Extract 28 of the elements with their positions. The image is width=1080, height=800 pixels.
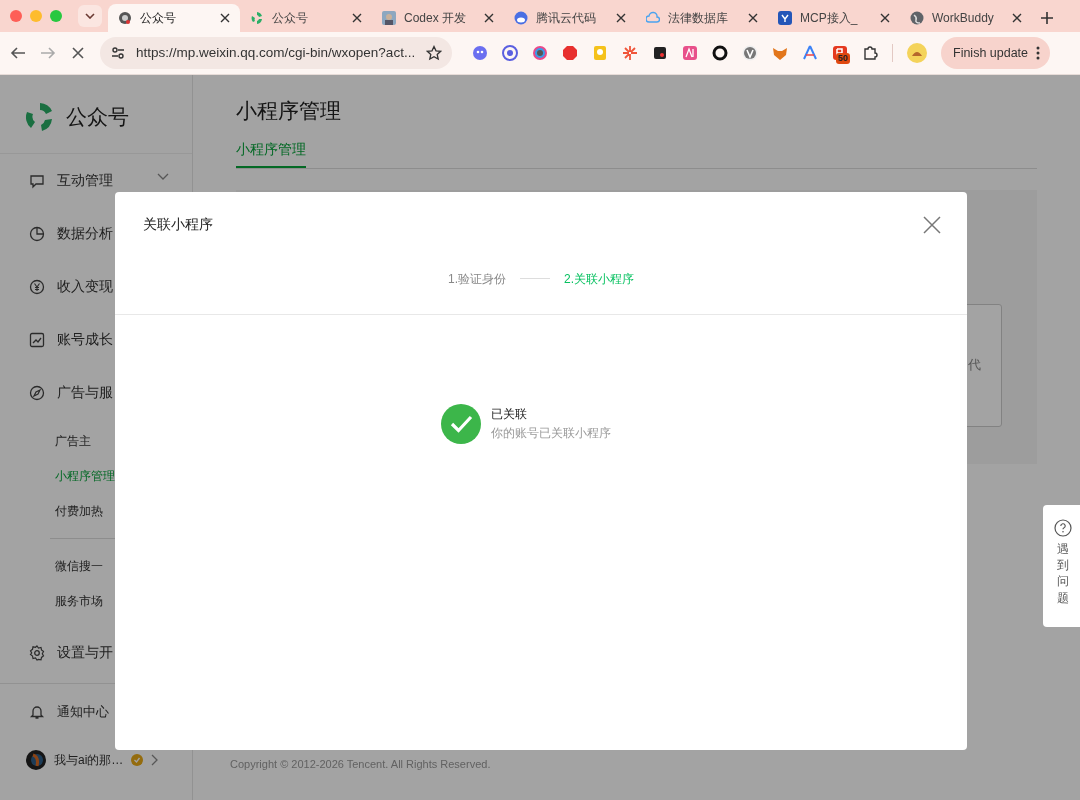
- menu-label[interactable]: 设置与开: [57, 642, 113, 663]
- update-button[interactable]: Finish update: [941, 37, 1051, 69]
- card-text: 代: [968, 356, 981, 375]
- menu-label[interactable]: 收入变现: [57, 276, 113, 297]
- browser-tab[interactable]: 公众号: [240, 4, 372, 32]
- notification-center-link[interactable]: 通知中心: [57, 702, 109, 722]
- help-button[interactable]: 遇到问题: [1043, 505, 1080, 627]
- browser-tab[interactable]: 公众号: [108, 4, 240, 32]
- page-title: 小程序管理: [236, 98, 342, 124]
- menu-label[interactable]: 账号成长: [57, 329, 113, 350]
- menu-label[interactable]: 数据分析: [57, 223, 113, 244]
- browser-tab[interactable]: Codex 开发: [372, 4, 504, 32]
- result-description: 你的账号已关联小程序: [491, 425, 611, 442]
- browser-tab[interactable]: WorkBuddy: [900, 4, 1032, 32]
- address-bar[interactable]: https://mp.weixin.qq.com/cgi-bin/wxopen?act...: [100, 37, 452, 69]
- step-label: 2.关联小程序: [564, 270, 634, 288]
- dialog-title: 关联小程序: [143, 215, 213, 234]
- menu-group-label[interactable]: 互动管理: [57, 170, 113, 191]
- browser-tab[interactable]: MCP接入_: [768, 4, 900, 32]
- result-title: 已关联: [491, 406, 528, 423]
- browser-tab[interactable]: 法律数据库: [636, 4, 768, 32]
- extension-badge: 50: [836, 53, 850, 64]
- browser-tab[interactable]: 腾讯云代码: [504, 4, 636, 32]
- step-label: 1.验证身份: [448, 270, 506, 288]
- account-name[interactable]: 我与ai的那…: [54, 751, 124, 769]
- copyright-text: Copyright © 2012-2026 Tencent. All Rights Reserved.: [230, 756, 492, 772]
- menu-label[interactable]: 广告与服: [57, 382, 113, 403]
- logo-text: 公众号: [66, 104, 129, 131]
